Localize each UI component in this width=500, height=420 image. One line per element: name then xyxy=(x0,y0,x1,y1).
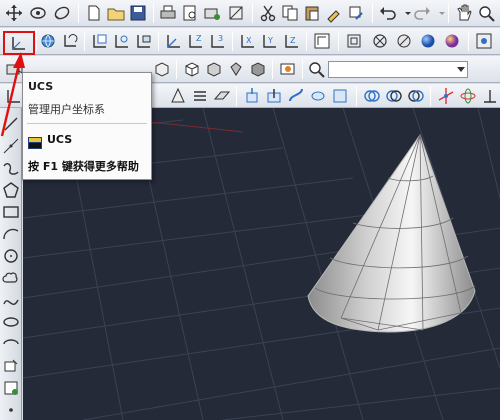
ellipse-arc-icon[interactable] xyxy=(1,334,21,354)
view-combo[interactable] xyxy=(328,61,468,78)
redo-icon[interactable] xyxy=(412,3,432,23)
view-right-icon[interactable] xyxy=(226,59,246,79)
arc-icon[interactable] xyxy=(1,224,21,244)
cone-tool-icon[interactable] xyxy=(168,86,188,106)
undo-icon[interactable] xyxy=(378,3,398,23)
draw-toolbar xyxy=(0,108,22,420)
block-editor-icon[interactable] xyxy=(346,3,366,23)
save-icon[interactable] xyxy=(128,3,148,23)
subtract-icon[interactable] xyxy=(384,86,404,106)
x-rotate-ucs-icon[interactable]: X xyxy=(238,31,258,51)
3point-ucs-icon[interactable]: 3 xyxy=(208,31,228,51)
3d-align-icon[interactable] xyxy=(480,86,500,106)
tooltip-divider xyxy=(27,123,147,124)
z-rotate-ucs-icon[interactable]: Z xyxy=(282,31,302,51)
tooltip-command: UCS xyxy=(47,133,73,146)
ucs-command-icon xyxy=(28,134,42,149)
publish-icon[interactable] xyxy=(202,3,222,23)
annotation-arrow xyxy=(0,52,25,137)
undo-dropdown-icon[interactable] xyxy=(398,3,411,23)
match-properties-icon[interactable] xyxy=(324,3,344,23)
cut-icon[interactable] xyxy=(258,3,278,23)
3d-print-icon[interactable] xyxy=(226,3,246,23)
planar-surface-icon[interactable] xyxy=(212,86,232,106)
orbit-icon[interactable] xyxy=(28,3,48,23)
3d-hidden-icon[interactable] xyxy=(370,31,390,51)
rectangle-icon[interactable] xyxy=(1,202,21,222)
ucs-toolbar: Z 3 X Y Z xyxy=(0,28,500,55)
insert-block-icon[interactable] xyxy=(1,356,21,376)
face-ucs-icon[interactable] xyxy=(90,31,110,51)
union-icon[interactable] xyxy=(362,86,382,106)
svg-text:Z: Z xyxy=(290,36,296,45)
print-icon[interactable] xyxy=(158,3,178,23)
helix-icon[interactable] xyxy=(190,86,210,106)
free-orbit-icon[interactable] xyxy=(52,3,72,23)
view-back-icon[interactable] xyxy=(248,59,268,79)
intersect-icon[interactable] xyxy=(406,86,426,106)
paste-icon[interactable] xyxy=(302,3,322,23)
3d-move-icon[interactable] xyxy=(436,86,456,106)
z-axis-vector-ucs-icon[interactable]: Z xyxy=(186,31,206,51)
tooltip-title: UCS xyxy=(28,80,54,93)
view-ucs-icon[interactable] xyxy=(134,31,154,51)
redo-dropdown-icon[interactable] xyxy=(432,3,445,23)
pan-realtime-icon[interactable] xyxy=(454,3,474,23)
circle-icon[interactable] xyxy=(1,246,21,266)
y-rotate-ucs-icon[interactable]: Y xyxy=(260,31,280,51)
zoom-realtime-icon[interactable] xyxy=(476,3,496,23)
ucs-previous-icon[interactable] xyxy=(60,31,80,51)
view-left-icon[interactable] xyxy=(204,59,224,79)
svg-text:3: 3 xyxy=(218,34,223,43)
realistic-icon[interactable] xyxy=(394,31,414,51)
polyline-icon[interactable] xyxy=(1,158,21,178)
2d-wireframe-icon[interactable] xyxy=(344,31,364,51)
zoom-icon[interactable] xyxy=(306,59,326,79)
presspull-icon[interactable] xyxy=(264,86,284,106)
cone-3d-solid xyxy=(307,133,476,333)
object-ucs-icon[interactable] xyxy=(112,31,132,51)
shaded-icon[interactable] xyxy=(418,31,438,51)
tooltip-help-hint: 按 F1 键获得更多帮助 xyxy=(28,160,139,173)
open-folder-icon[interactable] xyxy=(106,3,126,23)
svg-text:X: X xyxy=(246,36,252,45)
print-preview-icon[interactable] xyxy=(180,3,200,23)
tooltip-description: 管理用户坐标系 xyxy=(28,103,105,116)
copy-icon[interactable] xyxy=(280,3,300,23)
apply-ucs-icon[interactable] xyxy=(312,31,332,51)
view-front-icon[interactable] xyxy=(182,59,202,79)
extrude-icon[interactable] xyxy=(242,86,262,106)
polygon-icon[interactable] xyxy=(1,180,21,200)
visual-styles-manager-icon[interactable] xyxy=(474,31,494,51)
ellipse-icon[interactable] xyxy=(1,312,21,332)
pan-icon[interactable] xyxy=(4,3,24,23)
conceptual-icon[interactable] xyxy=(442,31,462,51)
3d-rotate-icon[interactable] xyxy=(458,86,478,106)
named-view-icon[interactable] xyxy=(278,59,298,79)
ucs-tooltip: UCS 管理用户坐标系 UCS 按 F1 键获得更多帮助 xyxy=(22,72,152,180)
revolve-icon[interactable] xyxy=(308,86,328,106)
svg-text:Y: Y xyxy=(267,36,273,45)
new-file-icon[interactable] xyxy=(84,3,104,23)
loft-icon[interactable] xyxy=(330,86,350,106)
revision-cloud-icon[interactable] xyxy=(1,268,21,288)
standard-toolbar xyxy=(0,0,500,27)
point-icon[interactable] xyxy=(1,400,21,420)
origin-ucs-icon[interactable] xyxy=(164,31,184,51)
svg-text:Z: Z xyxy=(196,34,202,43)
autocad-window: Z 3 X Y Z UCS 管理用户坐标系 UCS 按 F1 键获得更多帮助 xyxy=(0,0,500,420)
box-view-icon[interactable] xyxy=(152,59,172,79)
make-block-icon[interactable] xyxy=(1,378,21,398)
sweep-icon[interactable] xyxy=(286,86,306,106)
world-ucs-icon[interactable] xyxy=(38,31,58,51)
spline-icon[interactable] xyxy=(1,290,21,310)
